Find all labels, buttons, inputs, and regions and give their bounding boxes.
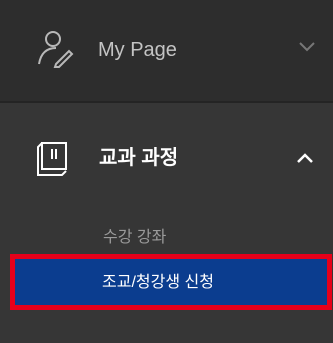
book-icon: [37, 142, 67, 176]
submenu-item-ta-auditor-apply[interactable]: 조교/청강생 신청: [10, 254, 332, 310]
user-edit-icon: [38, 31, 74, 68]
sidebar-item-my-page[interactable]: My Page: [0, 0, 333, 101]
submenu-item-enrolled-courses[interactable]: 수강 강좌: [103, 226, 166, 250]
submenu-item-label: 조교/청강생 신청: [102, 274, 214, 291]
sidebar-item-course[interactable]: 교과 과정: [99, 144, 178, 172]
sidebar: My Page 교과 과정 수강 강좌 조교/청강생 신청: [0, 0, 333, 343]
chevron-up-icon[interactable]: [296, 152, 314, 164]
chevron-down-icon[interactable]: [298, 40, 316, 54]
sidebar-item-label: My Page: [98, 39, 177, 61]
